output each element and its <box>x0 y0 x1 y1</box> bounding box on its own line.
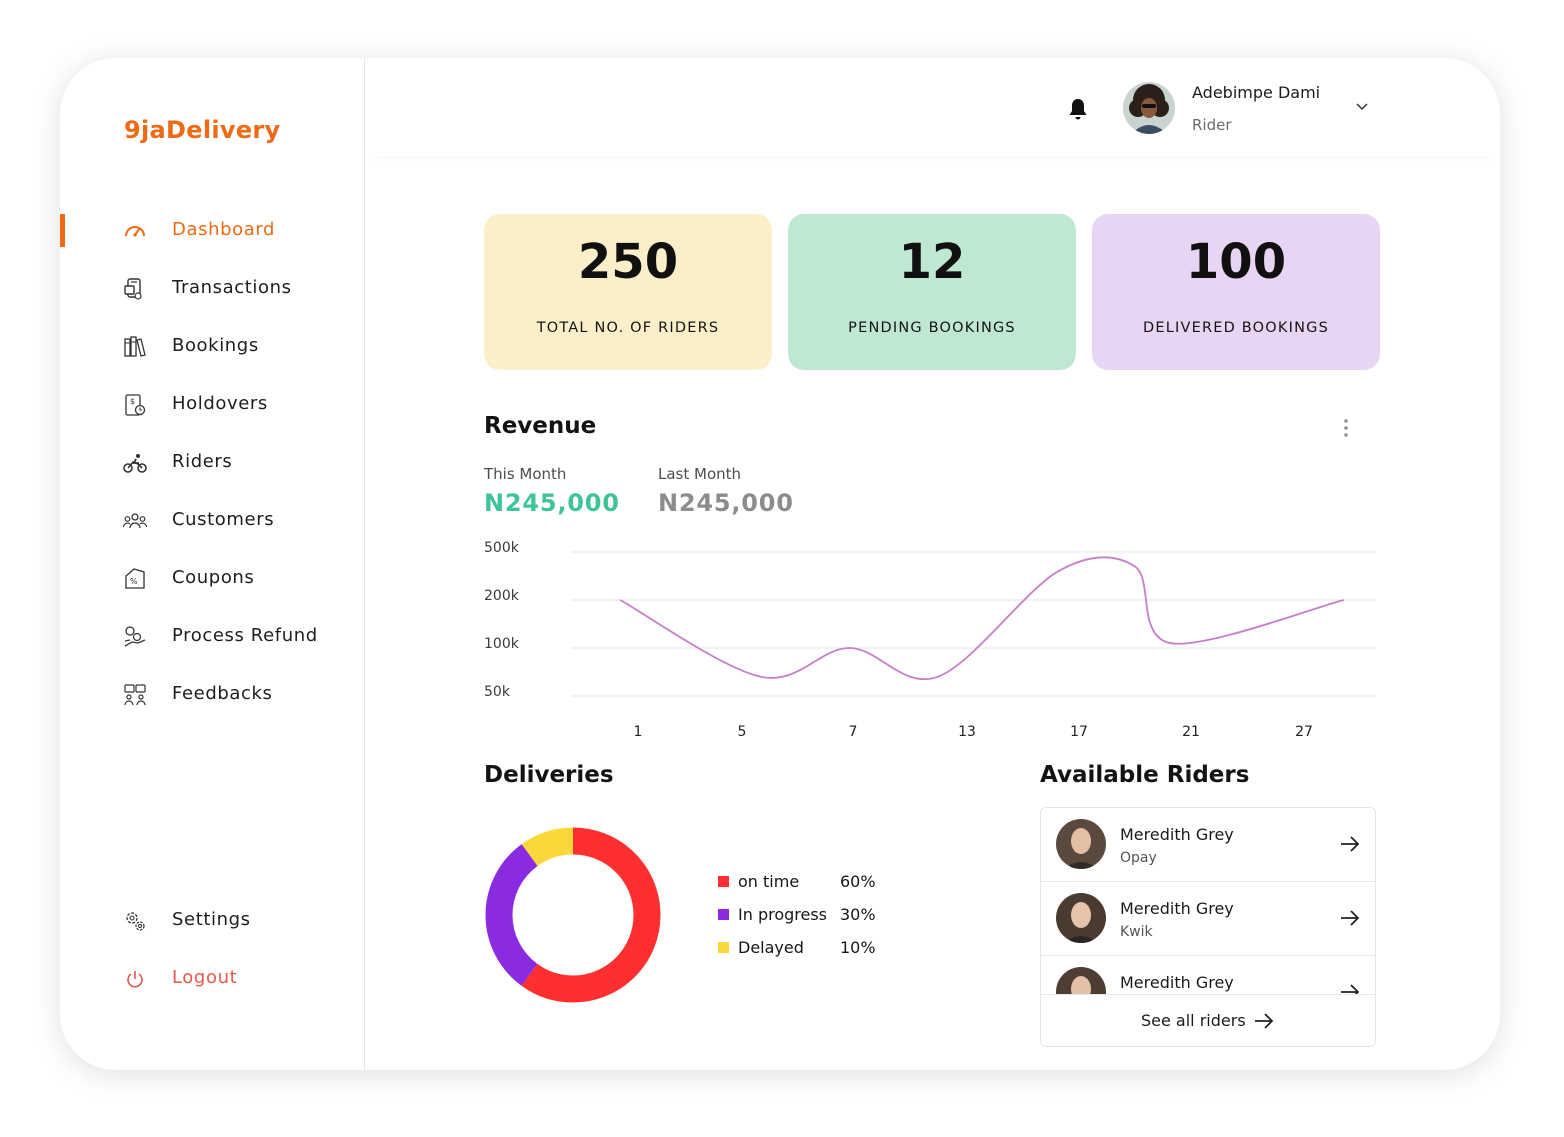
last-month-label: Last Month <box>658 465 742 483</box>
legend-label: Delayed <box>738 938 804 957</box>
revenue-line-chart: 500k 200k 100k 50k 1 5 7 13 17 21 27 <box>484 540 1376 740</box>
sidebar-item-label: Holdovers <box>172 393 268 414</box>
sidebar-item-label: Coupons <box>172 567 255 588</box>
holdovers-icon: $ <box>125 394 146 416</box>
svg-text:$: $ <box>130 397 135 406</box>
sidebar-item-label: Transactions <box>172 277 292 298</box>
stat-card-delivered-bookings: 100 DELIVERED BOOKINGS <box>1092 214 1380 370</box>
sidebar-item-label: Feedbacks <box>172 683 273 704</box>
arrow-right-icon[interactable] <box>1339 835 1361 853</box>
gear-icon <box>126 912 145 931</box>
y-tick-label: 50k <box>484 684 511 700</box>
legend-percent: 30% <box>840 905 876 924</box>
sidebar: 9jaDelivery Dashboard Transactions Booki… <box>60 58 365 1070</box>
motorbike-icon <box>123 454 147 473</box>
speedometer-icon <box>125 226 145 237</box>
legend-label: In progress <box>738 905 828 924</box>
legend-swatch <box>718 909 729 920</box>
arrow-right-icon <box>1255 1013 1274 1029</box>
svg-text:%: % <box>130 577 138 586</box>
bookings-icon <box>124 336 146 357</box>
x-tick-label: 21 <box>1182 724 1200 740</box>
coupon-icon: % <box>125 568 145 589</box>
x-tick-label: 1 <box>634 724 643 740</box>
rider-company: Opay <box>1120 850 1157 866</box>
sidebar-item-dashboard[interactable]: Dashboard <box>60 210 364 250</box>
sidebar-item-label: Riders <box>172 451 233 472</box>
refund-icon <box>124 626 146 647</box>
sidebar-item-label: Bookings <box>172 335 259 356</box>
power-icon <box>127 971 143 988</box>
stat-label: PENDING BOOKINGS <box>848 320 1016 336</box>
deliveries-donut-chart <box>485 827 661 1003</box>
available-riders-list: Meredith Grey Opay Meredith Grey Kwik Me… <box>1040 807 1376 1047</box>
stat-card-total-riders: 250 TOTAL NO. OF RIDERS <box>484 214 772 370</box>
feedback-icon <box>124 684 146 706</box>
legend-percent: 60% <box>840 872 876 891</box>
available-riders-title: Available Riders <box>1040 762 1250 788</box>
y-tick-label: 500k <box>484 540 520 556</box>
user-avatar[interactable] <box>1123 82 1175 134</box>
chevron-down-icon[interactable] <box>1355 102 1369 112</box>
y-tick-label: 200k <box>484 588 520 604</box>
sidebar-item-riders[interactable]: Riders <box>60 442 364 482</box>
see-all-label: See all riders <box>1141 1011 1246 1030</box>
stat-value: 12 <box>898 234 966 290</box>
customers-icon <box>122 513 148 529</box>
brand-logo[interactable]: 9jaDelivery <box>124 116 280 144</box>
rider-company: Kwik <box>1120 924 1153 940</box>
x-tick-label: 13 <box>958 724 976 740</box>
stat-label: DELIVERED BOOKINGS <box>1143 320 1329 336</box>
sidebar-item-label: Customers <box>172 509 275 530</box>
see-all-riders-button[interactable]: See all riders <box>1041 994 1375 1046</box>
user-name: Adebimpe Dami <box>1192 83 1321 102</box>
sidebar-item-label: Dashboard <box>172 219 276 240</box>
app-window: 9jaDelivery Dashboard Transactions Booki… <box>60 58 1500 1070</box>
rider-list-item[interactable]: Meredith Grey Opay <box>1041 808 1375 882</box>
legend-swatch <box>718 876 729 887</box>
revenue-series-line <box>619 556 1345 680</box>
x-tick-label: 5 <box>738 724 747 740</box>
x-tick-label: 27 <box>1295 724 1313 740</box>
stat-card-pending-bookings: 12 PENDING BOOKINGS <box>788 214 1076 370</box>
rider-avatar <box>1056 819 1106 869</box>
rider-name: Meredith Grey <box>1120 899 1234 918</box>
settings-label: Settings <box>172 909 251 930</box>
sidebar-item-label: Process Refund <box>172 625 318 646</box>
sidebar-item-transactions[interactable]: Transactions <box>60 268 364 308</box>
logout-button[interactable]: Logout <box>60 958 364 998</box>
stat-value: 100 <box>1185 234 1287 290</box>
sidebar-item-coupons[interactable]: % Coupons <box>60 558 364 598</box>
rider-name: Meredith Grey <box>1120 825 1234 844</box>
sidebar-item-holdovers[interactable]: $ Holdovers <box>60 384 364 424</box>
stat-value: 250 <box>577 234 679 290</box>
bell-icon[interactable] <box>1065 96 1091 122</box>
sidebar-item-customers[interactable]: Customers <box>60 500 364 540</box>
user-role: Rider <box>1192 116 1232 134</box>
x-tick-label: 7 <box>849 724 858 740</box>
sidebar-item-bookings[interactable]: Bookings <box>60 326 364 366</box>
this-month-value: N245,000 <box>484 489 620 517</box>
sidebar-item-settings[interactable]: Settings <box>60 900 364 940</box>
legend-label: on time <box>738 872 800 891</box>
legend-percent: 10% <box>840 938 876 957</box>
rider-list-item[interactable]: Meredith Grey Kwik <box>1041 882 1375 956</box>
logout-label: Logout <box>172 967 238 988</box>
arrow-right-icon[interactable] <box>1339 909 1361 927</box>
revenue-title: Revenue <box>484 413 597 439</box>
x-tick-label: 17 <box>1070 724 1088 740</box>
top-bar: Adebimpe Dami Rider <box>365 58 1500 156</box>
rider-name: Meredith Grey <box>1120 973 1234 992</box>
stat-label: TOTAL NO. OF RIDERS <box>536 320 720 336</box>
sidebar-item-feedbacks[interactable]: Feedbacks <box>60 674 364 714</box>
legend-swatch <box>718 942 729 953</box>
sidebar-item-process-refund[interactable]: Process Refund <box>60 616 364 656</box>
rider-avatar <box>1056 893 1106 943</box>
transactions-icon <box>124 278 142 300</box>
this-month-label: This Month <box>484 465 567 483</box>
deliveries-title: Deliveries <box>484 762 614 788</box>
y-tick-label: 100k <box>484 636 520 652</box>
more-options-icon[interactable] <box>1343 418 1349 438</box>
last-month-value: N245,000 <box>658 489 794 517</box>
